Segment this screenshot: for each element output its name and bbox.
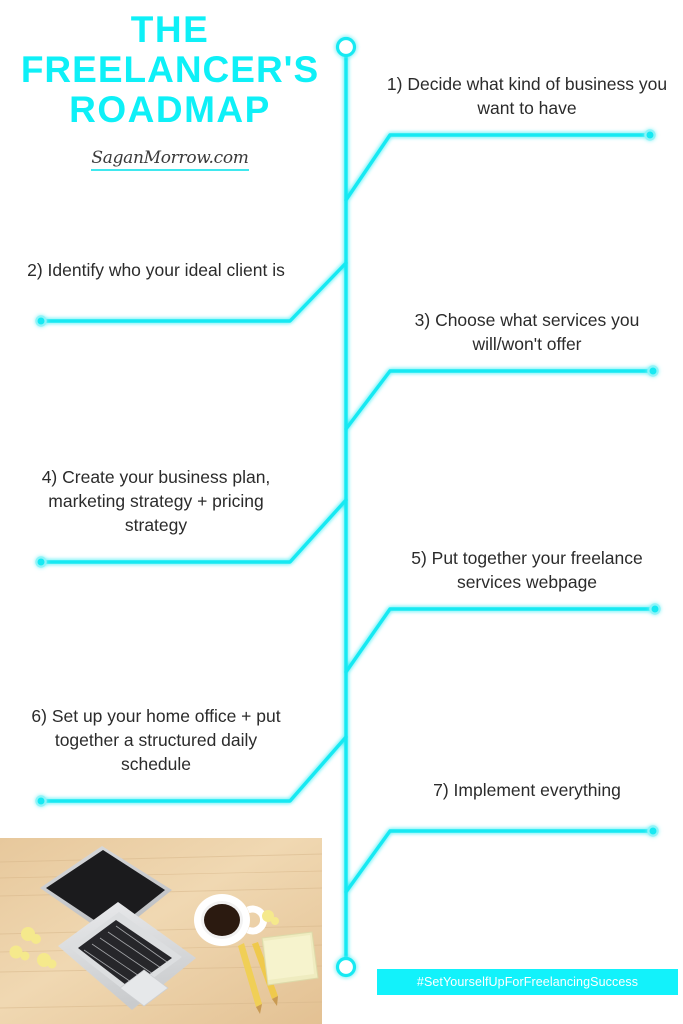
desk-photo bbox=[0, 838, 322, 1024]
signature-text: SaganMorrow.com bbox=[91, 147, 249, 168]
signature-block: SaganMorrow.com bbox=[91, 147, 249, 171]
page-title: THE FREELANCER'S ROADMAP bbox=[0, 10, 340, 130]
branch-line-5 bbox=[344, 607, 654, 674]
spine-end-node bbox=[335, 956, 357, 978]
branch-node-4 bbox=[35, 556, 47, 568]
step-label-3: 3) Choose what services you will/won't o… bbox=[414, 310, 640, 355]
title-line-2: FREELANCER'S bbox=[20, 48, 320, 90]
branch-node-5 bbox=[649, 603, 661, 615]
step-label-1: 1) Decide what kind of business you want… bbox=[386, 74, 668, 119]
branch-node-6 bbox=[35, 795, 47, 807]
spine-start-node bbox=[335, 36, 357, 58]
branch-node-7 bbox=[647, 825, 659, 837]
step-label-6: 6) Set up your home office + put togethe… bbox=[31, 706, 281, 775]
branch-line-3 bbox=[344, 369, 654, 431]
title-line-1: THE bbox=[130, 9, 210, 50]
step-label-7: 7) Implement everything bbox=[433, 780, 621, 800]
hashtag-text: #SetYourselfUpForFreelancingSuccess bbox=[416, 975, 639, 989]
step-label-4: 4) Create your business plan, marketing … bbox=[41, 467, 271, 536]
branch-node-2 bbox=[35, 315, 47, 327]
desk-photo-illustration bbox=[0, 838, 322, 1024]
title-line-3: ROADMAP bbox=[69, 88, 271, 130]
signature-underline bbox=[91, 168, 249, 171]
step-label-5: 5) Put together your freelance services … bbox=[411, 548, 643, 593]
step-label-2: 2) Identify who your ideal client is bbox=[27, 260, 285, 280]
branch-line-1 bbox=[344, 133, 648, 202]
branch-node-3 bbox=[647, 365, 659, 377]
branch-node-1 bbox=[644, 129, 656, 141]
branch-line-7 bbox=[344, 829, 654, 894]
header: THE FREELANCER'S ROADMAP SaganMorrow.com bbox=[0, 10, 340, 171]
infographic-poster: THE FREELANCER'S ROADMAP SaganMorrow.com bbox=[0, 0, 683, 1024]
hashtag-banner: #SetYourselfUpForFreelancingSuccess bbox=[377, 969, 678, 995]
